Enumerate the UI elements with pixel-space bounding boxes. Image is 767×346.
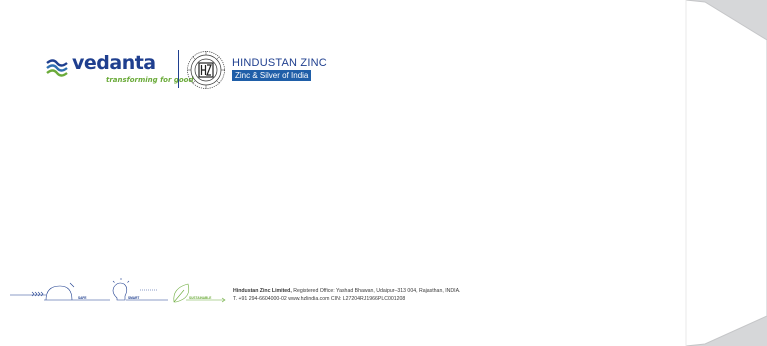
vedanta-logo: vedanta transforming for good [44,50,194,90]
hindustan-zinc-tagline: Zinc & Silver of India [232,70,312,81]
bulb-icon [112,282,128,301]
chevrons-icon [31,291,44,297]
safe-smart-sustainable-graphic: SAFE SMART SUSTAINABLE [10,278,226,303]
footer-line-1: Hindustan Zinc Limited, Registered Offic… [233,287,461,295]
helmet-icon [44,285,76,301]
envelope: vedanta transforming for good HINDUSTAN … [0,0,767,346]
vedanta-name: vedanta [72,52,156,74]
vedanta-tagline: transforming for good [106,76,194,84]
envelope-flap [685,0,767,346]
leaf-icon [173,283,190,303]
sustainable-label: SUSTAINABLE [189,296,211,300]
hindustan-zinc-emblem-icon [187,51,225,89]
vedanta-wave-icon [46,59,68,77]
registered-office: Registered Office: Yashad Bhawan, Udaipu… [291,288,461,294]
safe-label: SAFE [78,296,87,300]
hindustan-zinc-name: HINDUSTAN ZINC [232,57,327,69]
company-name: Hindustan Zinc Limited, [233,288,292,294]
footer-line-2: T. +91 294-6604000-02 www.hzlindia.com C… [233,296,406,302]
footer-address: Hindustan Zinc Limited, Registered Offic… [233,287,461,303]
logo-divider [178,50,179,88]
smart-label: SMART [128,296,139,300]
